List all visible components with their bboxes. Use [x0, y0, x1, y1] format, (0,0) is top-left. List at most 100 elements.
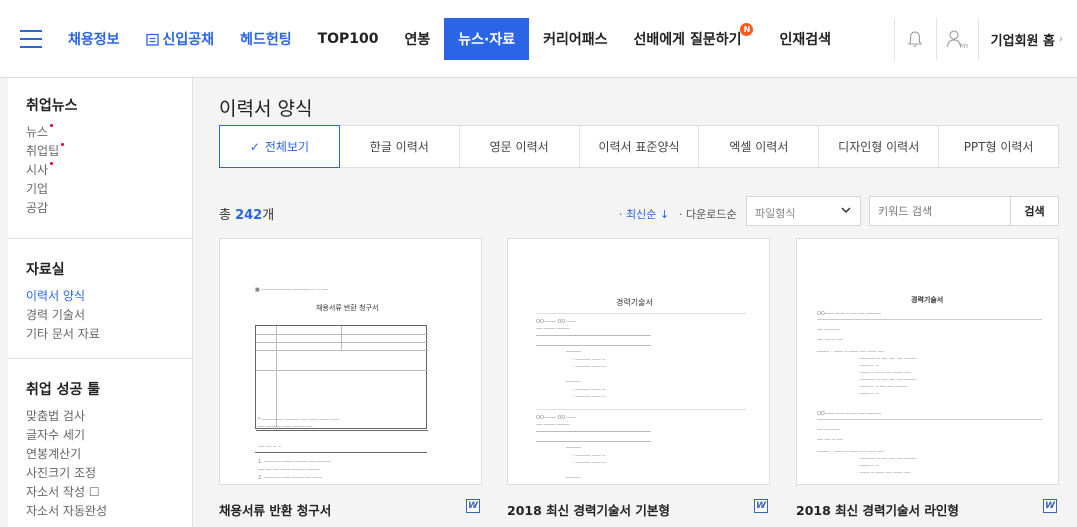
total-prefix: 총: [219, 208, 236, 223]
sidebar-item-career-description[interactable]: 경력 기술서: [26, 306, 85, 325]
document-thumbnail: 경력기술서 OO──── OO ─── ── ──── ──── ───── ·…: [507, 238, 770, 485]
chevron-right-icon: ›: [1059, 33, 1063, 45]
doc-text: · ─── ─ ─: [857, 463, 879, 469]
file-type-select-value: 파일형식: [755, 207, 796, 220]
tab-all[interactable]: ✓ 전체보기: [219, 125, 340, 168]
doc-text: ── ── ─ ──: [817, 437, 843, 443]
category-tabs: ✓ 전체보기 한글 이력서 영문 이력서 이력서 표준양식 엑셀 이력서 디자인형…: [219, 125, 1059, 168]
sidebar-item-label: 취업팁: [26, 144, 60, 158]
keyword-search-input[interactable]: [869, 196, 1011, 226]
resume-card[interactable]: 경력기술서 OO──── OO ─── ── ──── ──── ───── ·…: [507, 238, 770, 527]
top-navigation: 채용정보 신입공채 헤드헌팅 TOP100 연봉 뉴스·자료 커리어패스 선배에…: [0, 0, 1077, 78]
sidebar-section-materials: 자료실 이력서 양식 경력 기술서 기타 문서 자료: [8, 239, 192, 359]
tab-korean-resume[interactable]: 한글 이력서: [340, 126, 460, 167]
sidebar-item-salary-calc[interactable]: 연봉계산기: [26, 445, 81, 464]
total-count: 총 242개: [219, 204, 274, 223]
doc-text: · ─── ─ ─: [857, 363, 879, 369]
resume-card-title: 2018 최신 경력기술서 라인형: [796, 503, 959, 518]
tab-excel-resume[interactable]: 엑셀 이력서: [699, 126, 820, 167]
tab-ppt-resume[interactable]: PPT형 이력서: [939, 126, 1058, 167]
tab-standard-resume[interactable]: 이력서 표준양식: [580, 126, 700, 167]
doc-divider: [536, 345, 651, 346]
nav-news-materials[interactable]: 뉴스·자료: [444, 18, 530, 60]
doc-divider: [817, 319, 1042, 320]
word-file-icon: W: [1043, 499, 1057, 513]
resume-card[interactable]: 경력기술서 OO─── ─── ─ ── ── ───── ── ───── ─…: [796, 238, 1059, 527]
tab-design-resume[interactable]: 디자인형 이력서: [819, 126, 940, 167]
word-file-icon: W: [754, 499, 768, 513]
my-page-button[interactable]: MY: [935, 18, 978, 60]
doc-text: ── ── ─ ──: [817, 337, 843, 343]
resume-card-grid: ■ ────────── ────── ─ ─ ── 채용서류 반환 청구서 *…: [219, 238, 1059, 527]
sidebar-section-tools: 취업 성공 툴 맞춤법 검사 글자수 세기 연봉계산기 사진크기 조정 자소서 …: [8, 359, 192, 521]
menu-icon[interactable]: [20, 30, 42, 48]
doc-text: 1. ───── ──── ──── ── ─────: [258, 459, 331, 465]
main-content: 이력서 양식 ✓ 전체보기 한글 이력서 영문 이력서 이력서 표준양식 엑셀 이…: [193, 78, 1077, 527]
sidebar-list: 맞춤법 검사 글자수 세기 연봉계산기 사진크기 조정 자소서 작성 ☐ 자소서…: [26, 407, 192, 521]
doc-text: · ───── ─── ─: [572, 357, 606, 363]
doc-text: ──── · ─── ─ ─── ── ─── ──: [817, 449, 884, 455]
total-suffix: 개: [262, 208, 275, 223]
doc-divider: [255, 452, 427, 453]
doc-text: · ─── ─ ─── ── ─── ──: [857, 370, 911, 376]
nav-ask-seniors-label: 선배에게 질문하기: [633, 32, 742, 48]
sidebar-item-photo-resize[interactable]: 사진크기 조정: [26, 464, 96, 483]
sort-latest[interactable]: · 최신순 ↓: [619, 206, 669, 222]
new-dot: [61, 143, 65, 146]
calendar-icon: [145, 33, 159, 46]
sidebar-item-tips[interactable]: 취업팁: [26, 142, 65, 161]
sidebar: 취업뉴스 뉴스 취업팁 시사 기업 공감 자료실 이력서 양식 경력 기술서 기…: [8, 78, 193, 527]
resume-card[interactable]: ■ ────────── ────── ─ ─ ── 채용서류 반환 청구서 *…: [219, 238, 482, 527]
bell-icon: [908, 31, 923, 47]
doc-title: 경력기술서: [616, 298, 653, 307]
doc-text: ─────: [566, 445, 582, 451]
sidebar-item-other-documents[interactable]: 기타 문서 자료: [26, 325, 100, 344]
tab-label: 전체보기: [264, 140, 310, 154]
doc-divider: [536, 431, 651, 432]
sidebar-item-resume-forms[interactable]: 이력서 양식: [26, 287, 85, 306]
sidebar-item-cover-letter[interactable]: 자소서 작성 ☐: [26, 483, 100, 502]
nav-career-path[interactable]: 커리어패스: [543, 18, 607, 60]
svg-text:MY: MY: [960, 43, 968, 49]
new-dot: [50, 162, 54, 165]
sidebar-list: 뉴스 취업팁 시사 기업 공감: [26, 123, 192, 218]
nav-top100[interactable]: TOP100: [318, 18, 379, 60]
search-button[interactable]: 검색: [1010, 196, 1059, 226]
sidebar-section-title: 자료실: [26, 262, 65, 278]
sidebar-item-current-affairs[interactable]: 시사: [26, 161, 54, 180]
tab-english-resume[interactable]: 영문 이력서: [460, 126, 580, 167]
doc-title: 경력기술서: [911, 296, 944, 304]
doc-divider: [536, 441, 651, 442]
doc-text: ─────: [566, 349, 582, 355]
nav-talent-search[interactable]: 인재검색: [779, 18, 831, 60]
nav-new-grad[interactable]: 신입공채: [145, 18, 214, 60]
nav-headhunting[interactable]: 헤드헌팅: [240, 18, 292, 60]
corporate-home-link[interactable]: 기업회원 홈 ›: [977, 18, 1077, 60]
doc-text: 2. ───── ─── ──── ── ───: [258, 475, 322, 481]
sidebar-item-companies[interactable]: 기업: [26, 180, 48, 199]
sidebar-item-char-count[interactable]: 글자수 세기: [26, 426, 85, 445]
sidebar-item-cover-letter-autocomplete[interactable]: 자소서 자동완성: [26, 502, 107, 521]
nav-bar: 채용정보 신입공채 헤드헌팅 TOP100 연봉 뉴스·자료 커리어패스 선배에…: [0, 18, 1077, 60]
doc-form-table: [255, 325, 428, 431]
notification-button[interactable]: [893, 18, 936, 60]
file-type-select[interactable]: 파일형식: [746, 196, 861, 226]
doc-text: ──── · ─── ─ ─── ── ─── ──: [817, 349, 884, 355]
word-file-icon: W: [466, 499, 480, 513]
sort-downloads[interactable]: · 다운로드순: [679, 206, 737, 222]
doc-text: * ─────── ───── ── ─── ─── ───: [258, 417, 340, 423]
sidebar-list: 이력서 양식 경력 기술서 기타 문서 자료: [26, 287, 192, 344]
nav-right-group: MY 기업회원 홈 ›: [893, 18, 1077, 60]
resume-card-title: 2018 최신 경력기술서 기본형: [507, 503, 670, 518]
sidebar-section-title: 취업 성공 툴: [26, 382, 101, 398]
nav-jobs[interactable]: 채용정보: [68, 18, 120, 60]
resume-card-title: 채용서류 반환 청구서: [219, 503, 332, 518]
doc-title: 채용서류 반환 청구서: [316, 304, 379, 312]
sidebar-item-news[interactable]: 뉴스: [26, 123, 54, 142]
sidebar-item-empathy[interactable]: 공감: [26, 199, 48, 218]
doc-text: OO──── OO ───: [536, 319, 576, 325]
sidebar-item-label: 시사: [26, 163, 49, 177]
nav-salary[interactable]: 연봉: [405, 18, 431, 60]
nav-ask-seniors[interactable]: 선배에게 질문하기 N: [633, 18, 754, 60]
sidebar-item-spell-check[interactable]: 맞춤법 검사: [26, 407, 85, 426]
